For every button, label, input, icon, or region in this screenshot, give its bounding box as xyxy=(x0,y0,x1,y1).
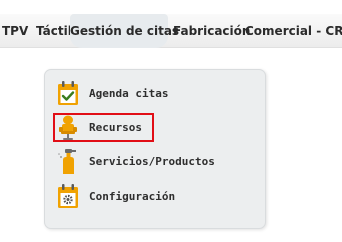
dropdown-item-label: Servicios/Productos xyxy=(89,155,215,168)
resource-chair-icon xyxy=(55,113,81,143)
calendar-check-icon xyxy=(55,79,81,109)
dropdown-item-label: Recursos xyxy=(89,121,142,134)
dropdown-item-configuracion[interactable]: Configuración xyxy=(53,181,253,213)
dropdown-item-recursos[interactable]: Recursos xyxy=(53,112,253,144)
gestion-citas-dropdown: Agenda citas Recursos Servicios/Producto… xyxy=(44,69,266,229)
dropdown-item-servicios-productos[interactable]: Servicios/Productos xyxy=(53,146,253,178)
menu-item-tactil[interactable]: Táctil xyxy=(36,14,72,48)
spray-bottle-icon xyxy=(55,147,81,177)
menu-item-comercial-crm[interactable]: Comercial - CRM xyxy=(245,14,342,48)
menu-item-fabricacion[interactable]: Fabricación xyxy=(173,14,250,48)
menu-item-gestion-de-citas[interactable]: Gestión de citas xyxy=(70,14,179,48)
calendar-gear-icon xyxy=(55,182,81,212)
dropdown-item-label: Agenda citas xyxy=(89,87,169,100)
dropdown-item-label: Configuración xyxy=(89,190,176,203)
main-menubar: TPV Táctil Gestión de citas Fabricación … xyxy=(0,14,342,48)
dropdown-item-agenda-citas[interactable]: Agenda citas xyxy=(53,78,253,110)
menu-item-tpv[interactable]: TPV xyxy=(2,14,28,48)
